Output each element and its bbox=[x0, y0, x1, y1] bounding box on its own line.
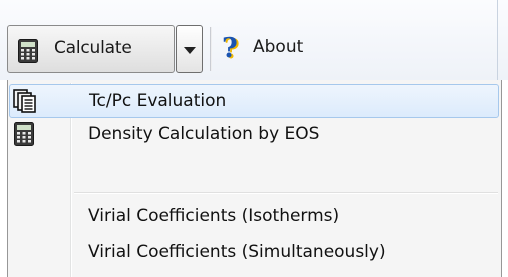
calculate-dropdown-button[interactable] bbox=[176, 25, 203, 73]
menu-item-label: Density Calculation by EOS bbox=[88, 124, 320, 144]
menu-item-label: Tc/Pc Evaluation bbox=[89, 91, 227, 111]
menu-item-density-calculation[interactable]: Density Calculation by EOS bbox=[9, 118, 499, 152]
toolbar-edge bbox=[497, 0, 498, 80]
toolbar-separator bbox=[210, 27, 212, 71]
calculate-label: Calculate bbox=[54, 38, 132, 58]
help-question-icon: ? bbox=[222, 33, 238, 64]
menu-item-tc-pc-evaluation[interactable]: Tc/Pc Evaluation bbox=[9, 84, 499, 118]
menu-item-label: Virial Coefficients (Isotherms) bbox=[88, 206, 340, 226]
menu-item-virial-simultaneously[interactable]: Virial Coefficients (Simultaneously) bbox=[9, 236, 499, 270]
menu-item-virial-isotherms[interactable]: Virial Coefficients (Isotherms) bbox=[9, 200, 499, 234]
about-label: About bbox=[253, 37, 304, 57]
documents-icon bbox=[13, 89, 37, 117]
menu-separator bbox=[74, 192, 498, 194]
toolbar: Calculate ? About bbox=[0, 0, 508, 80]
calculator-icon bbox=[14, 122, 34, 150]
menu-item-label: Virial Coefficients (Simultaneously) bbox=[88, 242, 386, 262]
calculate-button[interactable]: Calculate bbox=[7, 25, 175, 73]
calculator-icon bbox=[18, 39, 38, 67]
chevron-down-icon bbox=[184, 47, 196, 54]
